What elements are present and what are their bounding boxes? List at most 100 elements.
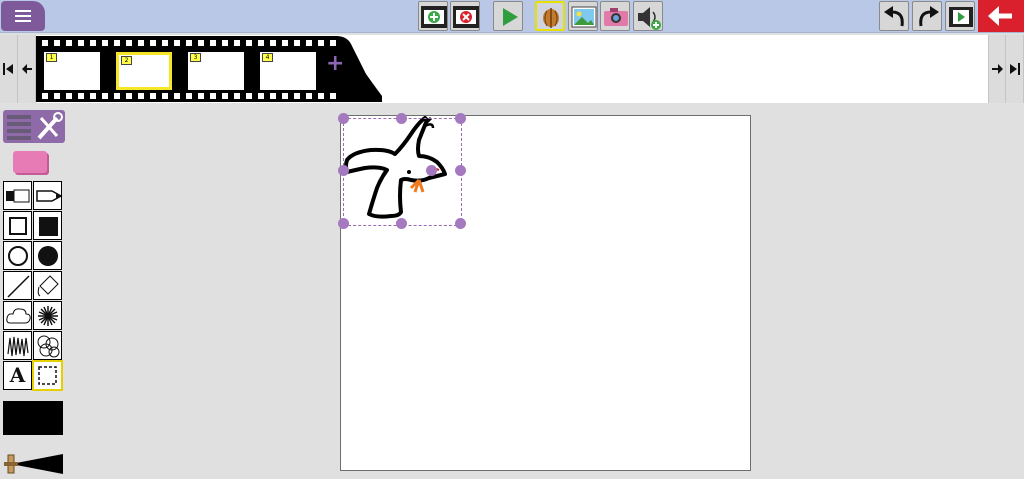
sprocket-hole (234, 93, 240, 99)
sprocket-hole (246, 93, 252, 99)
sprocket-hole (102, 93, 108, 99)
brush-size-icon (4, 454, 63, 474)
text-tool[interactable]: A (3, 361, 32, 390)
sprocket-hole (294, 40, 300, 46)
previous-frames-button[interactable] (18, 35, 36, 103)
sprocket-hole (210, 40, 216, 46)
square-filled-icon (39, 217, 58, 236)
first-frame-button[interactable] (0, 35, 18, 103)
sprocket-hole (222, 93, 228, 99)
text-tool-label: A (9, 363, 26, 387)
burst-tool[interactable] (33, 301, 62, 330)
current-color-swatch[interactable] (3, 401, 63, 435)
tool-panel: A (0, 107, 70, 479)
resize-handle-bottom[interactable] (396, 218, 407, 229)
filled-rectangle-tool[interactable] (33, 211, 62, 240)
resize-handle-top-right[interactable] (455, 113, 466, 124)
rotate-handle[interactable] (426, 165, 437, 176)
drawing-canvas[interactable] (338, 113, 751, 471)
settings-tools-icon (7, 112, 63, 140)
bubbles-icon (37, 335, 60, 358)
resize-handle-right[interactable] (455, 165, 466, 176)
sprocket-hole (54, 40, 60, 46)
preview-movie-button[interactable] (945, 1, 975, 31)
marker-tool[interactable] (3, 181, 32, 210)
skip-to-start-icon (3, 63, 13, 75)
sprocket-hole (306, 93, 312, 99)
back-arrow-icon (988, 6, 1012, 26)
sprocket-hole (222, 40, 228, 46)
outline-circle-tool[interactable] (3, 241, 32, 270)
frame-thumbnail-4[interactable]: 4 (260, 52, 316, 90)
back-button[interactable] (978, 0, 1024, 32)
brush-size-slider[interactable] (3, 452, 65, 476)
sprocket-hole (198, 40, 204, 46)
menu-button[interactable] (1, 1, 45, 31)
resize-handle-top-left[interactable] (338, 113, 349, 124)
selection-tool[interactable] (32, 360, 63, 391)
line-tool[interactable] (3, 271, 32, 300)
frame-number: 2 (121, 56, 132, 65)
arrow-left-icon (22, 64, 32, 74)
timeline-strip: 1 2 3 4 + (0, 35, 1024, 103)
selection-box[interactable] (343, 118, 462, 226)
sprocket-hole (186, 40, 192, 46)
undo-button[interactable] (879, 1, 909, 31)
paint-bucket-tool[interactable] (33, 271, 62, 300)
bubbles-tool[interactable] (33, 331, 62, 360)
scribble-tool[interactable] (3, 331, 32, 360)
redo-icon (919, 6, 939, 27)
play-icon (503, 8, 518, 26)
cloud-icon (6, 308, 31, 324)
line-icon (7, 275, 30, 298)
pen-tool[interactable] (33, 181, 63, 210)
filled-circle-tool[interactable] (33, 241, 62, 270)
filmstrip: 1 2 3 4 + (36, 36, 382, 102)
eraser-tool[interactable] (13, 151, 47, 173)
camera-button[interactable] (600, 1, 630, 31)
circle-filled-icon (38, 246, 58, 266)
add-sound-button[interactable] (633, 1, 663, 31)
resize-handle-bottom-right[interactable] (455, 218, 466, 229)
outline-rectangle-tool[interactable] (3, 211, 32, 240)
sprocket-hole (138, 93, 144, 99)
camera-icon (604, 8, 628, 26)
onion-skin-button[interactable] (535, 1, 565, 31)
insert-image-button[interactable] (568, 1, 598, 31)
sprocket-hole (210, 93, 216, 99)
next-frames-button[interactable] (988, 35, 1006, 103)
image-icon (571, 6, 597, 28)
add-frame-button[interactable] (418, 1, 448, 31)
add-frame-icon (421, 6, 447, 28)
frame-thumbnail-1[interactable]: 1 (44, 52, 100, 90)
sprocket-hole (42, 40, 48, 46)
undo-icon (884, 6, 904, 27)
frame-thumbnail-3[interactable]: 3 (188, 52, 244, 90)
sprocket-hole (270, 40, 276, 46)
sprocket-hole (282, 40, 288, 46)
onion-icon (543, 8, 559, 28)
sprocket-hole (78, 93, 84, 99)
last-frame-button[interactable] (1006, 35, 1024, 103)
frame-number: 4 (262, 53, 273, 62)
tool-menu-button[interactable] (3, 110, 65, 143)
hamburger-icon (15, 10, 31, 12)
resize-handle-top[interactable] (396, 113, 407, 124)
pen-icon (36, 190, 63, 202)
sprocket-hole (66, 93, 72, 99)
circle-outline-icon (8, 246, 28, 266)
resize-handle-left[interactable] (338, 165, 349, 176)
delete-frame-button[interactable] (450, 1, 480, 31)
sprocket-hole (246, 40, 252, 46)
sprocket-hole (150, 40, 156, 46)
cloud-tool[interactable] (3, 301, 32, 330)
play-button[interactable] (493, 1, 523, 31)
frame-number: 3 (190, 53, 201, 62)
frame-thumbnail-2[interactable]: 2 (116, 52, 172, 90)
sprocket-hole (162, 93, 168, 99)
redo-button[interactable] (912, 1, 942, 31)
add-frame-plus-icon[interactable]: + (326, 52, 344, 76)
sprocket-hole (234, 40, 240, 46)
resize-handle-bottom-left[interactable] (338, 218, 349, 229)
sprocket-hole (282, 93, 288, 99)
